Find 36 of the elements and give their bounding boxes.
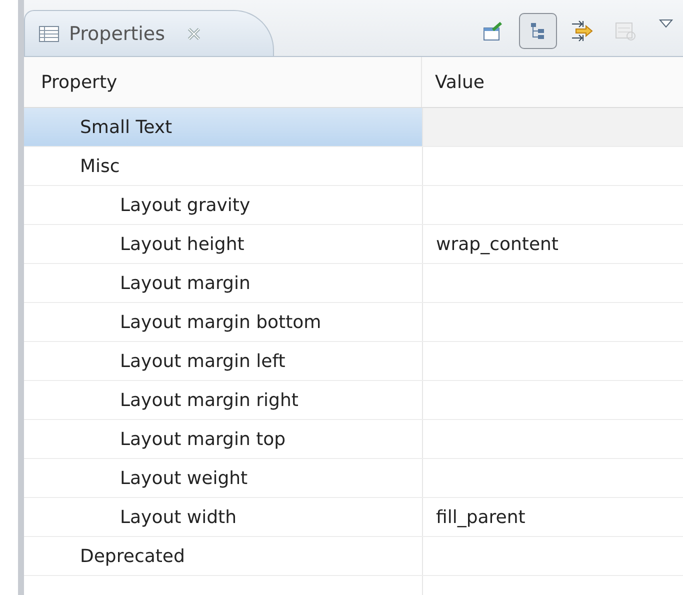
property-name: Layout margin right — [120, 390, 298, 410]
property-name: Layout weight — [120, 468, 248, 488]
property-row[interactable]: Layout margin right — [24, 381, 683, 420]
property-row[interactable]: Layout height wrap_content — [24, 225, 683, 264]
tree-icon — [529, 21, 547, 41]
property-row[interactable]: Deprecated — [24, 537, 683, 576]
property-row[interactable]: Layout weight — [24, 459, 683, 498]
property-name: Layout margin left — [120, 350, 286, 372]
property-row[interactable]: Layout gravity — [24, 186, 683, 225]
property-row[interactable]: Layout margin left — [24, 342, 683, 381]
property-row[interactable]: Layout margin — [24, 264, 683, 303]
property-name: Layout margin — [120, 272, 250, 294]
document-icon — [615, 21, 637, 41]
property-name: Layout height — [120, 234, 244, 254]
property-name: Small Text — [80, 116, 172, 138]
property-value: wrap_content — [436, 234, 558, 254]
property-name: Misc — [80, 156, 120, 176]
column-header[interactable]: Property — [24, 57, 422, 107]
tree-button[interactable] — [519, 13, 557, 49]
property-row[interactable]: Misc — [24, 147, 683, 186]
property-name: Layout margin bottom — [120, 312, 322, 332]
property-row[interactable]: Layout margin bottom — [24, 303, 683, 342]
property-name: Layout margin top — [120, 428, 286, 450]
arrows-icon — [570, 20, 594, 42]
property-name: Layout width — [120, 506, 237, 528]
property-name: Deprecated — [80, 546, 185, 566]
property-name: Layout gravity — [120, 194, 250, 216]
table-icon — [39, 26, 59, 42]
window-pencil-icon — [483, 21, 505, 41]
properties-tab[interactable]: Properties — [24, 10, 274, 56]
column-header[interactable]: Value — [422, 57, 683, 107]
close-icon[interactable] — [187, 26, 202, 40]
property-row[interactable]: Layout width fill_parent — [24, 498, 683, 537]
property-value: fill_parent — [436, 506, 526, 528]
property-row[interactable]: Layout margin top — [24, 420, 683, 459]
view-menu-icon[interactable] — [659, 19, 673, 29]
